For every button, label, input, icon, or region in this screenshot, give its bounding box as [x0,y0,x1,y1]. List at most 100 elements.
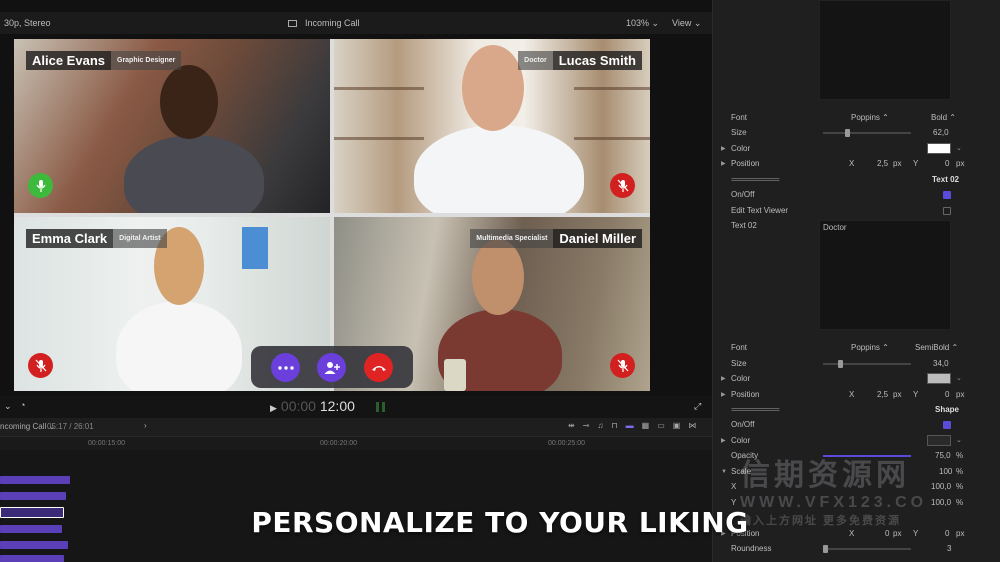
timeline-timecode: 05:17 / 26:01 [47,422,94,431]
format-label: 30p, Stereo [4,18,51,28]
font-row: Font Poppins ⌃ Bold ⌃ [713,111,1000,125]
edit-viewer-row: Edit Text Viewer [713,204,1000,218]
shelf [334,87,424,90]
timeline-ruler[interactable]: 00:00:15:00 00:00:20:00 00:00:25:00 [0,436,712,450]
slider-knob[interactable] [823,545,828,553]
call-control-bar [251,346,413,388]
timeline-header: ncoming Call ⌄ 05:17 / 26:01 › ⇹ ⊸ ♫ ⊓ ▬… [0,418,712,436]
chevron-down-icon[interactable]: ⌄ [956,434,962,448]
onoff-row: On/Off [713,188,1000,202]
microphone-muted-icon [35,359,46,372]
position-y-value[interactable]: 0 [945,157,949,171]
video-caption: PERSONALIZE TO YOUR LIKING [251,506,749,539]
shape-separator-row: ============= Shape [731,405,959,414]
weight-dropdown[interactable]: SemiBold ⌃ [915,341,958,355]
font-dropdown[interactable]: Poppins ⌃ [851,111,889,125]
weight-dropdown[interactable]: Bold ⌃ [931,111,956,125]
clapper-icon [288,20,297,27]
position-row: ▶ Position X 2,5 px Y 0 px [713,157,1000,171]
microphone-icon [35,179,46,192]
color-swatch[interactable] [927,435,951,446]
participant-tile-alice: Alice Evans Graphic Designer [14,39,330,213]
chevron-down-icon: ⌄ [693,18,702,28]
skimming-icon[interactable]: ⊸ [583,421,590,430]
shape-color-row: ▶ Color ⌄ [713,434,1000,448]
view-dropdown[interactable]: View ⌄ [672,18,701,29]
chevron-down-icon[interactable]: ⌄ [4,401,12,412]
inspector-toggle-icon[interactable]: ▣ [673,421,681,430]
name-tag: Alice Evans Graphic Designer [26,51,182,70]
edit-viewer-checkbox[interactable] [943,207,951,215]
timeline-clip[interactable] [0,555,64,562]
microphone-muted-icon [617,359,628,372]
disclosure-triangle-icon[interactable]: ▶ [721,157,726,171]
shelf [574,87,650,90]
chevron-down-icon[interactable]: ⌄ [956,142,962,156]
text02-field[interactable]: Doctor [819,220,951,330]
timeline-clip[interactable] [0,492,66,500]
ruler-tick-label: 00:00:20:00 [320,440,357,447]
shape-onoff-row: On/Off [713,418,1000,432]
text01-field[interactable] [819,0,951,100]
disclosure-triangle-icon[interactable]: ▶ [721,372,726,386]
mic-off-button[interactable] [610,353,635,378]
disclosure-triangle-icon[interactable]: ▶ [721,388,726,402]
slider-knob[interactable] [837,360,843,368]
hang-up-icon [371,365,386,371]
chevron-right-icon[interactable]: › [144,421,147,430]
playback-bar: ⌄ ◔ ▶ 00:00 12:00 ⤢ [0,396,712,418]
audio-meter [376,402,379,412]
shape-onoff-checkbox[interactable] [943,421,951,429]
roundness-value[interactable]: 3 [947,542,951,556]
font-dropdown[interactable]: Poppins ⌃ [851,341,889,355]
size-slider[interactable] [823,129,911,137]
ellipsis-icon [277,365,294,370]
slider-knob[interactable] [845,129,850,137]
color-swatch[interactable] [927,143,951,154]
headphones-icon[interactable]: ♫ [597,421,603,430]
position-row: ▶ Position X 2,5 px Y 0 px [713,388,1000,402]
clip-appearance-icon[interactable]: ▭ [657,421,665,430]
add-participant-button[interactable] [317,353,346,382]
size-slider[interactable] [823,360,911,368]
viewer-panel: 30p, Stereo Incoming Call 103% ⌄ View ⌄ … [0,0,712,418]
size-value[interactable]: 62,0 [933,126,949,140]
roundness-slider[interactable] [823,545,911,553]
ruler-tick-label: 00:00:15:00 [88,440,125,447]
filmstrip-icon[interactable]: ▦ [642,421,650,430]
chevron-down-icon[interactable]: ⌄ [956,372,962,386]
timeline-clip[interactable] [0,476,70,484]
name-tag: Multimedia Specialist Daniel Miller [470,229,642,248]
mic-off-button[interactable] [28,353,53,378]
fullscreen-icon[interactable]: ⤢ [694,401,701,412]
end-call-button[interactable] [364,353,393,382]
color-row: ▶ Color ⌄ [713,372,1000,386]
disclosure-triangle-icon[interactable]: ▶ [721,434,726,448]
timecode-display: ▶ 00:00 12:00 [270,398,355,414]
chevron-down-icon: ⌄ [651,18,660,28]
microphone-muted-icon [617,179,628,192]
size-value[interactable]: 34,0 [933,357,949,371]
position-x-value[interactable]: 2,5 [877,157,888,171]
more-options-button[interactable] [271,353,300,382]
play-icon[interactable]: ▶ [270,403,277,413]
font-row: Font Poppins ⌃ SemiBold ⌃ [713,341,1000,355]
position-x-value[interactable]: 2,5 [877,388,888,402]
disclosure-triangle-icon[interactable]: ▶ [721,142,726,156]
timeline-clip[interactable] [0,541,68,549]
audio-skimming-icon[interactable]: ⇹ [568,421,575,430]
viewer-header: 30p, Stereo Incoming Call 103% ⌄ View ⌄ [0,12,712,34]
snapping-icon[interactable]: ⊓ [611,421,617,430]
person-body [116,301,242,391]
disclosure-triangle-open-icon[interactable]: ▼ [721,465,727,479]
mic-off-button[interactable] [610,173,635,198]
mic-on-button[interactable] [28,173,53,198]
transitions-icon[interactable]: ⋈ [688,421,696,430]
speed-gauge-icon[interactable]: ◔ [20,400,25,410]
solo-icon[interactable]: ▬ [626,421,634,430]
color-swatch[interactable] [927,373,951,384]
position-y-value[interactable]: 0 [945,388,949,402]
zoom-dropdown[interactable]: 103% ⌄ [626,18,659,29]
onoff-checkbox[interactable] [943,191,951,199]
participant-tile-lucas: Doctor Lucas Smith [334,39,650,213]
